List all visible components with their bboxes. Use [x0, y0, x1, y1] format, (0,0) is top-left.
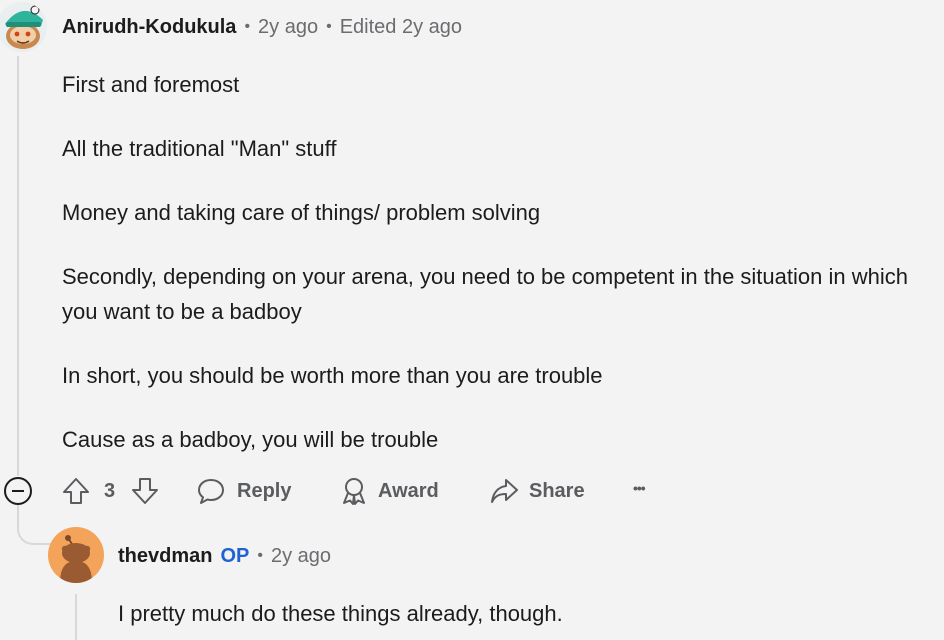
meta-separator: • — [257, 547, 263, 564]
more-options-button[interactable]: ••• — [633, 480, 646, 496]
comment-age[interactable]: 2y ago — [258, 16, 318, 39]
meta-separator: • — [326, 18, 332, 35]
snoo-avatar-icon — [5, 5, 43, 49]
op-badge: OP — [220, 544, 250, 567]
reply-meta: thevdman OP • 2y ago — [118, 542, 331, 570]
edited-label: Edited 2y ago — [339, 15, 463, 38]
award-icon — [343, 478, 365, 505]
award-label: Award — [378, 479, 439, 502]
upvote-arrow-icon — [63, 478, 89, 504]
comment-paragraph: Money and taking care of things/ problem… — [62, 200, 541, 225]
thread-line-reply — [75, 594, 77, 640]
snoo-avatar-icon — [60, 535, 92, 583]
comment-paragraph: Secondly, depending on your arena, you n… — [62, 264, 908, 324]
comment-paragraph: All the traditional "Man" stuff — [62, 136, 337, 161]
downvote-arrow-icon — [132, 478, 158, 504]
comment-paragraph: Cause as a badboy, you will be trouble — [62, 427, 439, 452]
user-avatar[interactable] — [0, 2, 47, 52]
reply-text: I pretty much do these things already, t… — [118, 601, 563, 626]
comment-paragraph: First and foremost — [62, 72, 240, 97]
comment-author-link[interactable]: Anirudh-Kodukula — [62, 16, 236, 39]
reply-user-avatar[interactable] — [48, 527, 104, 583]
downvote-button[interactable] — [130, 476, 160, 506]
thread-line-main — [17, 56, 19, 476]
share-label: Share — [529, 479, 585, 502]
comment-paragraph: In short, you should be worth more than … — [62, 363, 603, 388]
comment-action-bar: 3 Reply Award Share ••• — [0, 470, 944, 512]
reply-author-link[interactable]: thevdman — [118, 545, 212, 568]
reply-bubble-icon — [198, 479, 224, 504]
share-button[interactable]: Share — [489, 476, 585, 506]
upvote-button[interactable] — [61, 476, 91, 506]
comment-meta: Anirudh-Kodukula • 2y ago • Edited 2y ag… — [62, 13, 462, 41]
award-button[interactable]: Award — [339, 476, 439, 506]
reply-age[interactable]: 2y ago — [271, 545, 331, 568]
reply-button[interactable]: Reply — [196, 476, 291, 506]
vote-score: 3 — [104, 480, 116, 502]
meta-separator: • — [244, 18, 251, 35]
reply-label: Reply — [237, 479, 292, 502]
share-arrow-icon — [491, 479, 518, 503]
